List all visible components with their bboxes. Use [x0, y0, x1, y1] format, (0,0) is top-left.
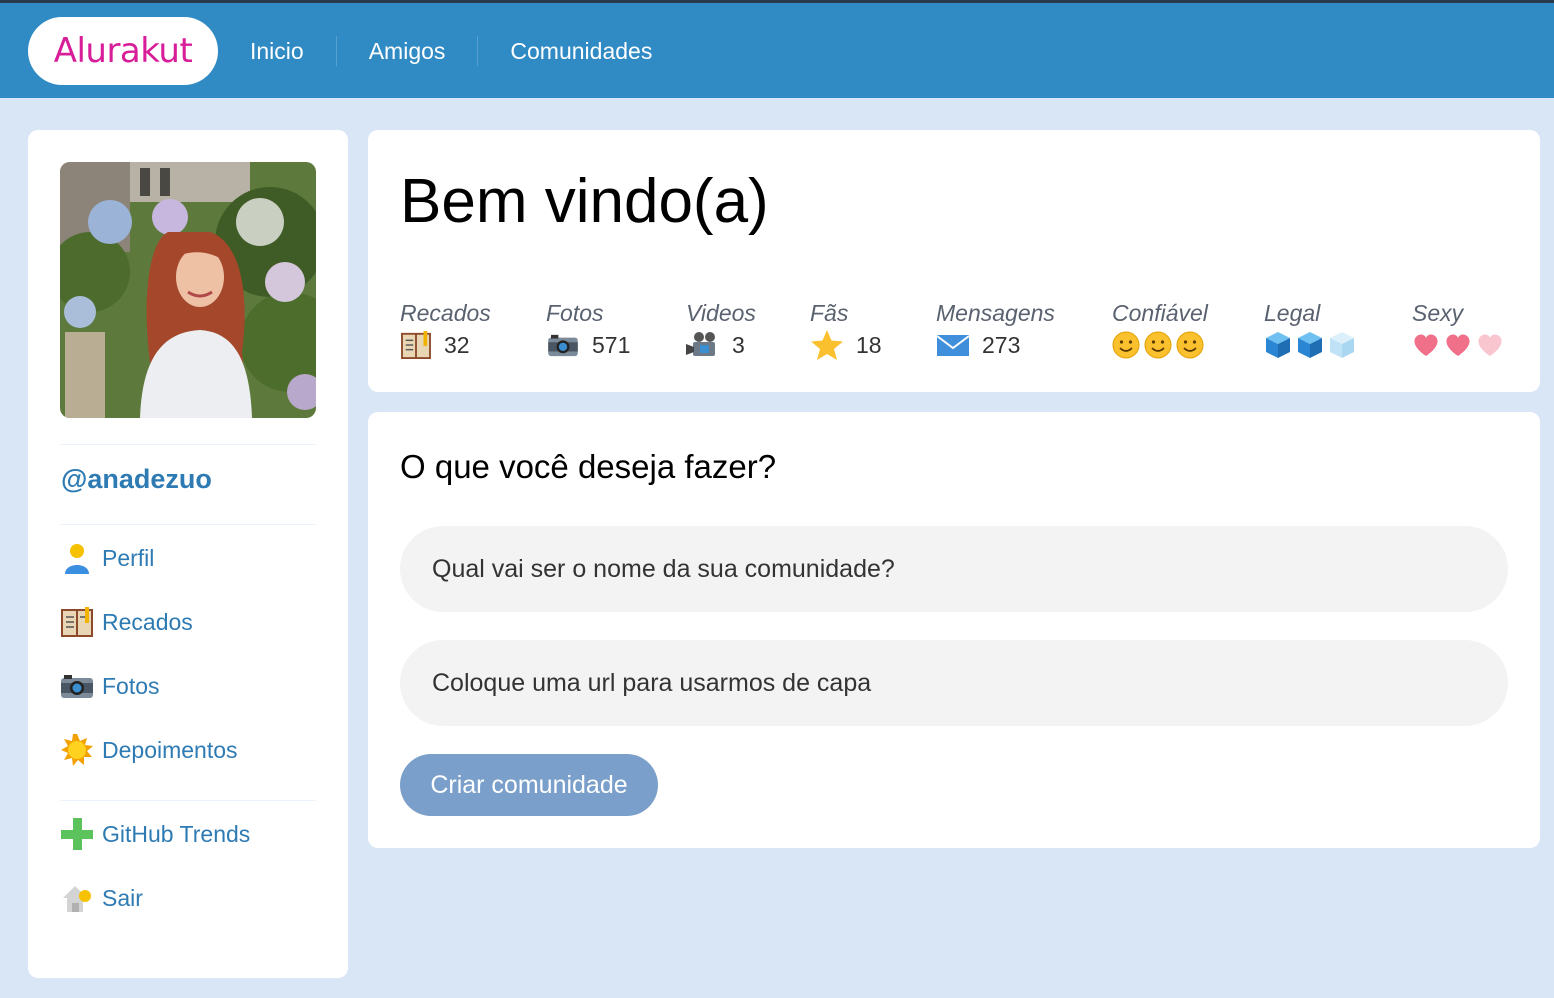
divider	[60, 524, 316, 525]
logout-house-icon	[60, 881, 94, 915]
sidebar-item-label: Sair	[102, 884, 143, 911]
sidebar-item-label: Recados	[102, 608, 193, 635]
rating-icons	[1264, 328, 1360, 362]
stat-mensagens: Mensagens 273	[936, 298, 1055, 362]
rating-confiavel: Confiável	[1112, 298, 1208, 362]
sun-icon	[60, 733, 94, 767]
cube-icon	[1266, 332, 1354, 358]
sidebar-item-fotos[interactable]: Fotos	[60, 668, 160, 704]
rating-label: Legal	[1264, 300, 1321, 326]
envelope-icon	[936, 333, 970, 357]
welcome-title: Bem vindo(a)	[400, 167, 769, 236]
logo[interactable]: Alurakut	[28, 17, 218, 85]
stat-label: Fotos	[546, 300, 604, 326]
divider	[60, 444, 316, 445]
welcome-box: Bem vindo(a) Recados 32 Fotos 571 Videos…	[368, 130, 1540, 392]
stat-value: 32	[444, 331, 470, 358]
sidebar-item-recados[interactable]: Recados	[60, 604, 193, 640]
stat-value: 571	[592, 331, 631, 358]
star-icon	[810, 329, 844, 361]
stat-videos: Videos 3	[686, 298, 756, 362]
rating-legal: Legal	[1264, 298, 1360, 362]
cover-url-input[interactable]	[400, 640, 1508, 726]
logo-text: Alurakut	[53, 31, 193, 71]
stat-value: 18	[856, 331, 882, 358]
nav-amigos[interactable]: Amigos	[337, 36, 479, 66]
stat-label: Videos	[686, 300, 756, 326]
video-camera-icon	[686, 331, 720, 359]
sidebar-item-sair[interactable]: Sair	[60, 880, 143, 916]
rating-label: Confiável	[1112, 300, 1208, 326]
sidebar-item-label: Perfil	[102, 544, 155, 571]
create-community-button[interactable]: Criar comunidade	[400, 754, 658, 816]
nav-inicio[interactable]: Inicio	[222, 36, 337, 66]
notebook-icon	[400, 331, 432, 359]
sidebar-item-label: GitHub Trends	[102, 820, 251, 847]
sidebar-item-github-trends[interactable]: GitHub Trends	[60, 816, 250, 852]
sidebar-item-label: Fotos	[102, 672, 160, 699]
profile-username[interactable]: @anadezuo	[61, 464, 212, 495]
stat-value: 273	[982, 331, 1021, 358]
stat-fas: Fãs 18	[810, 298, 882, 362]
rating-sexy: Sexy	[1412, 298, 1508, 362]
stat-recados: Recados 32	[400, 298, 491, 362]
profile-sidebar: @anadezuo Perfil Recados Fotos Depoiment…	[28, 130, 348, 978]
divider	[60, 800, 316, 801]
heart-icon	[1414, 334, 1502, 356]
community-name-input[interactable]	[400, 526, 1508, 612]
nav-comunidades[interactable]: Comunidades	[478, 36, 684, 66]
notebook-icon	[60, 605, 94, 639]
create-community-form: O que você deseja fazer? Criar comunidad…	[368, 412, 1540, 848]
camera-icon	[546, 333, 580, 357]
sidebar-item-perfil[interactable]: Perfil	[60, 540, 154, 576]
plus-icon	[60, 817, 94, 851]
rating-label: Sexy	[1412, 300, 1464, 326]
stat-fotos: Fotos 571	[546, 298, 630, 362]
smiley-icon	[1112, 331, 1204, 359]
rating-icons	[1112, 328, 1208, 362]
form-title: O que você deseja fazer?	[400, 448, 777, 485]
stat-label: Fãs	[810, 300, 849, 326]
stat-value: 3	[732, 331, 745, 358]
avatar[interactable]	[60, 162, 316, 418]
top-bar: Alurakut Inicio Amigos Comunidades	[0, 0, 1554, 98]
sidebar-item-label: Depoimentos	[102, 736, 238, 763]
camera-icon	[60, 669, 94, 703]
stat-label: Mensagens	[936, 300, 1055, 326]
user-icon	[60, 541, 94, 575]
sidebar-item-depoimentos[interactable]: Depoimentos	[60, 732, 238, 768]
main-nav: Inicio Amigos Comunidades	[222, 17, 684, 85]
rating-icons	[1412, 328, 1508, 362]
stat-label: Recados	[400, 300, 491, 326]
